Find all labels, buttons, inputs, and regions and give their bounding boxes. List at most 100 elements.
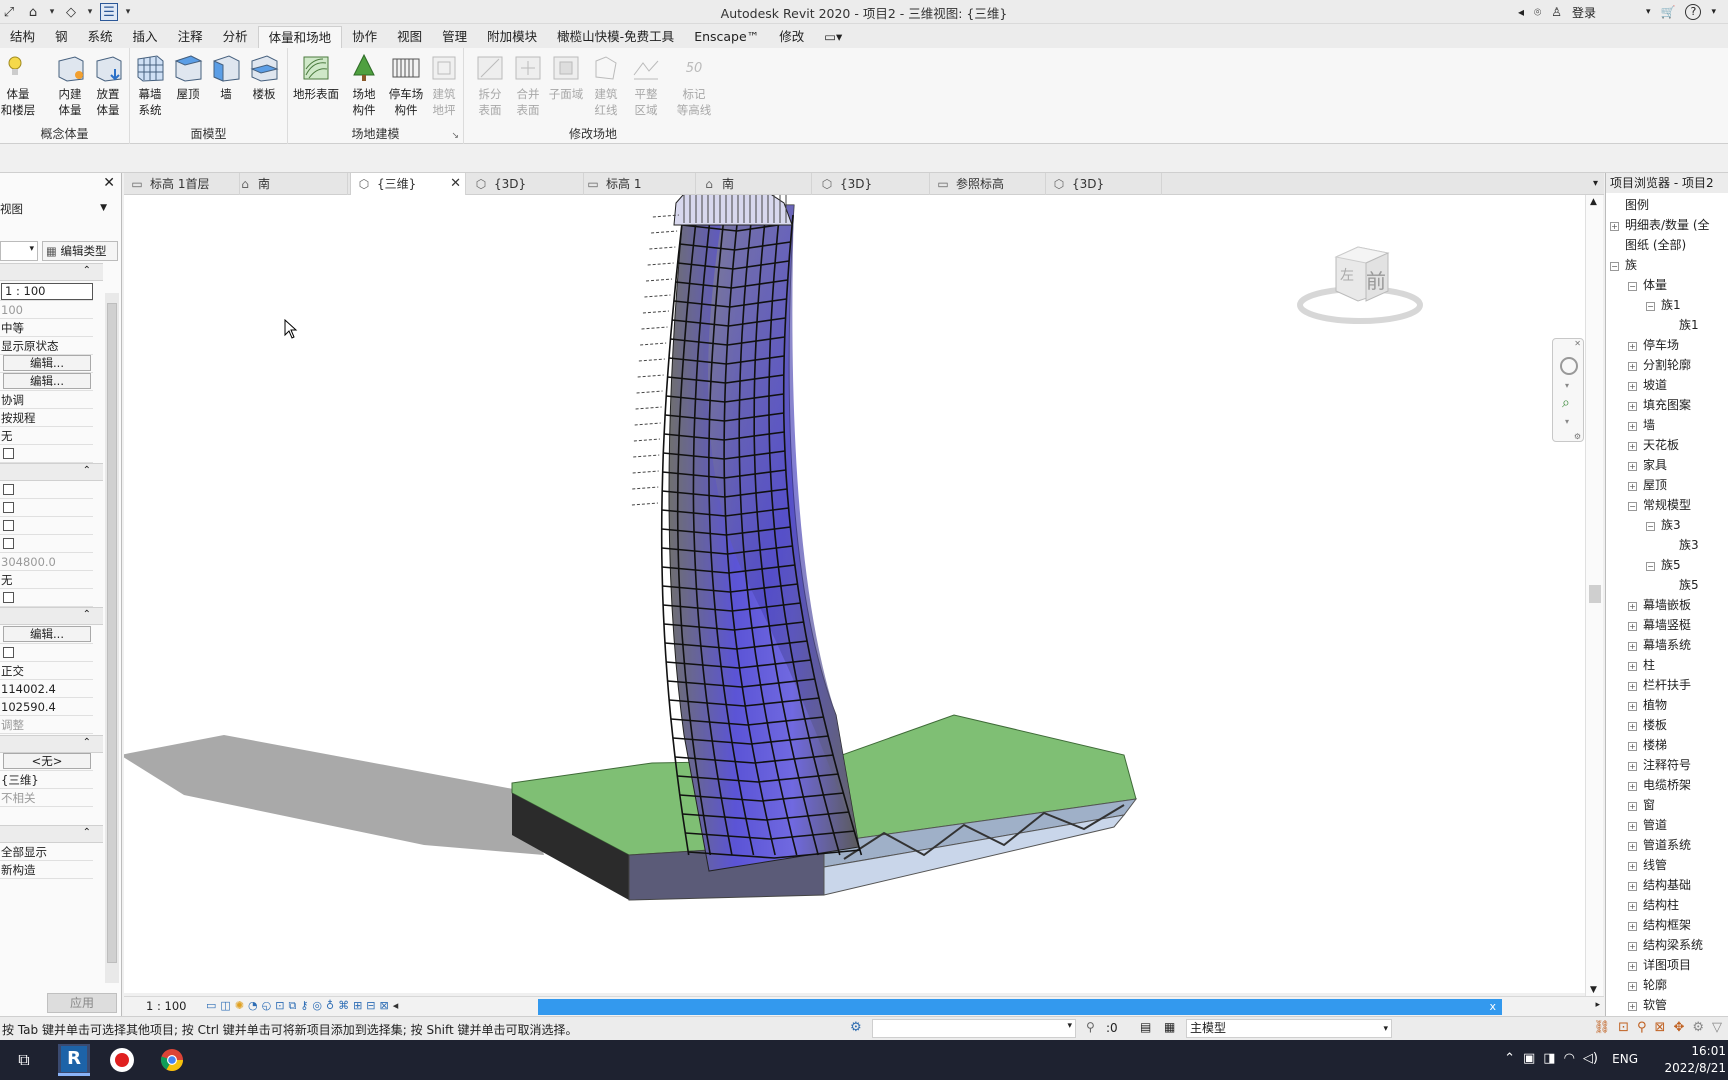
drag-on-select-icon[interactable]: ✥ bbox=[1673, 1020, 1684, 1035]
ribbon-tab[interactable]: 钢 bbox=[45, 26, 78, 48]
ribbon-tab[interactable]: 附加模块 bbox=[477, 26, 547, 48]
ribbon-tab[interactable]: 修改 bbox=[769, 26, 814, 48]
browser-tree-item[interactable]: + 管道 bbox=[1628, 815, 1667, 835]
close-icon[interactable]: ✕ bbox=[103, 175, 115, 191]
property-row[interactable]: 显示原状态 bbox=[0, 337, 93, 355]
subregion-button[interactable]: 子面域 bbox=[546, 52, 586, 102]
expand-icon[interactable]: + bbox=[1628, 762, 1637, 771]
property-row[interactable]: 调整 bbox=[0, 716, 93, 734]
expand-icon[interactable]: + bbox=[1628, 902, 1637, 911]
render-icon[interactable]: ◵ bbox=[262, 999, 272, 1013]
browser-tree-item[interactable]: + 软管 bbox=[1628, 995, 1667, 1015]
volume-icon[interactable]: ◁) bbox=[1583, 1051, 1598, 1066]
property-row[interactable]: 304800.0 bbox=[0, 553, 93, 571]
property-checkbox[interactable] bbox=[3, 538, 14, 549]
property-row[interactable]: 中等 bbox=[0, 319, 93, 337]
select-pinned-icon[interactable]: ⚲ bbox=[1637, 1020, 1647, 1035]
property-row[interactable]: {三维} bbox=[0, 771, 93, 789]
property-line-button[interactable]: 建筑 红线 bbox=[586, 52, 626, 118]
building-pad-button[interactable]: 建筑 地坪 bbox=[424, 52, 464, 118]
browser-tree-item[interactable]: + 结构梁系统 bbox=[1628, 935, 1703, 955]
properties-scrollbar[interactable] bbox=[105, 293, 119, 983]
view-scale-input[interactable]: 1 : 100 bbox=[1, 283, 93, 300]
property-row[interactable]: 无 bbox=[0, 571, 93, 589]
sun-path-icon[interactable]: ✺ bbox=[235, 999, 244, 1013]
view-scale[interactable]: 1 : 100 bbox=[146, 999, 186, 1013]
property-row[interactable] bbox=[0, 499, 93, 517]
expand-icon[interactable]: + bbox=[1628, 622, 1637, 631]
expand-icon[interactable]: + bbox=[1628, 782, 1637, 791]
scroll-up-icon[interactable]: ▲ bbox=[1590, 197, 1597, 207]
collapse-icon[interactable]: − bbox=[1646, 522, 1655, 531]
canvas-vertical-scrollbar[interactable]: ▲ ▼ bbox=[1585, 195, 1603, 997]
ribbon-display-options-icon[interactable]: ▭▾ bbox=[814, 26, 852, 48]
browser-tree-item[interactable]: + 管道系统 bbox=[1628, 835, 1691, 855]
wall-by-face-button[interactable]: 墙 bbox=[206, 52, 246, 102]
label-contours-button[interactable]: 50 标记 等高线 bbox=[672, 52, 716, 118]
view-tab[interactable]: ⬡ {3D} bbox=[1046, 173, 1162, 195]
chevron-left-icon[interactable]: ◂ bbox=[1518, 5, 1524, 19]
view-tab[interactable]: ⬡ {3D} bbox=[468, 173, 584, 195]
browser-tree-item[interactable]: + 线管 bbox=[1628, 855, 1667, 875]
drawing-area[interactable]: 前 左 ✕ ▾ ⌕ ▾ ⚙ bbox=[124, 195, 1594, 993]
collapse-icon[interactable]: − bbox=[1628, 502, 1637, 511]
worksets-icon[interactable]: ⚙ bbox=[850, 1020, 862, 1035]
browser-tree-item[interactable]: + 幕墙竖梃 bbox=[1628, 615, 1691, 635]
browser-tree-item[interactable]: + 坡道 bbox=[1628, 375, 1667, 395]
property-section-header[interactable]: ⌃ bbox=[0, 825, 103, 843]
ribbon-tab[interactable]: 管理 bbox=[432, 26, 477, 48]
show-crop-icon[interactable]: ⧉ bbox=[288, 999, 296, 1013]
dialog-launcher-icon[interactable]: ↘ bbox=[451, 131, 459, 141]
property-row[interactable] bbox=[0, 589, 93, 607]
expand-icon[interactable]: + bbox=[1628, 602, 1637, 611]
viewcube-front-face[interactable]: 前 bbox=[1366, 265, 1386, 294]
ribbon-tab[interactable]: 视图 bbox=[387, 26, 432, 48]
property-section-header[interactable]: ⌃ bbox=[0, 607, 103, 625]
design-option-dropdown[interactable]: 主模型 ▾ bbox=[1186, 1019, 1392, 1038]
curtain-system-button[interactable]: 幕墙 系统 bbox=[130, 52, 170, 118]
property-checkbox[interactable] bbox=[3, 448, 14, 459]
view-tab[interactable]: ⬡ {三维} ✕ bbox=[350, 173, 466, 195]
property-row[interactable]: 按规程 bbox=[0, 409, 93, 427]
site-component-button[interactable]: 场地 构件 bbox=[344, 52, 384, 118]
view-tab[interactable]: ⌂ 南 bbox=[696, 173, 812, 195]
analytical-model-icon[interactable]: ⊞ bbox=[353, 999, 362, 1013]
browser-tree-item[interactable]: − 族3 bbox=[1646, 515, 1681, 535]
expand-icon[interactable]: + bbox=[1628, 482, 1637, 491]
browser-tree-item[interactable]: 族5 bbox=[1664, 575, 1699, 595]
property-row[interactable]: 编辑... bbox=[0, 626, 93, 644]
property-row[interactable]: 编辑... bbox=[0, 373, 93, 391]
browser-tree-item[interactable]: + 家具 bbox=[1628, 455, 1667, 475]
design-options-icon[interactable]: ▤ bbox=[1140, 1020, 1151, 1034]
property-section-header[interactable]: ⌃ bbox=[0, 463, 103, 481]
lock-view-icon[interactable]: ⚷ bbox=[300, 999, 308, 1013]
dropdown-icon[interactable]: ▾ bbox=[1646, 7, 1651, 17]
instance-filter-dropdown[interactable]: ▾ bbox=[0, 241, 38, 261]
toposurface-button[interactable]: 地形表面 bbox=[288, 52, 344, 102]
settings-icon[interactable]: ⚙ bbox=[1574, 432, 1581, 441]
property-row[interactable]: 无 bbox=[0, 427, 93, 445]
workset-dropdown[interactable]: ▾ bbox=[872, 1019, 1076, 1038]
select-by-face-icon[interactable]: ⊠ bbox=[1655, 1020, 1666, 1035]
property-edit-button[interactable]: <无> bbox=[3, 753, 91, 769]
constraints-icon[interactable]: ⊠ bbox=[380, 999, 389, 1013]
browser-tree-item[interactable]: + 窗 bbox=[1628, 795, 1655, 815]
detail-level-icon[interactable]: ▭ bbox=[206, 999, 216, 1013]
collapse-icon[interactable]: − bbox=[1646, 562, 1655, 571]
expand-icon[interactable]: + bbox=[1628, 642, 1637, 651]
browser-tree-item[interactable]: + 详图项目 bbox=[1628, 955, 1691, 975]
property-row[interactable]: 新构造 bbox=[0, 861, 93, 879]
floor-by-face-button[interactable]: 楼板 bbox=[244, 52, 284, 102]
property-section-header[interactable]: ⌃ bbox=[0, 263, 103, 281]
highlight-displacement-icon[interactable]: ⊟ bbox=[366, 999, 375, 1013]
input-language[interactable]: ENG bbox=[1612, 1052, 1638, 1066]
collapse-icon[interactable]: − bbox=[1610, 262, 1619, 271]
reveal-hidden-icon[interactable]: ♁ bbox=[326, 999, 334, 1013]
merge-surfaces-button[interactable]: 合并 表面 bbox=[508, 52, 548, 118]
steering-wheel-icon[interactable] bbox=[1560, 357, 1578, 375]
ribbon-tab[interactable]: 系统 bbox=[78, 26, 123, 48]
browser-tree-item[interactable]: − 族 bbox=[1610, 255, 1637, 275]
filter-icon[interactable]: ▽ bbox=[1712, 1020, 1722, 1035]
expand-icon[interactable]: + bbox=[1628, 982, 1637, 991]
browser-tree-item[interactable]: + 楼板 bbox=[1628, 715, 1667, 735]
